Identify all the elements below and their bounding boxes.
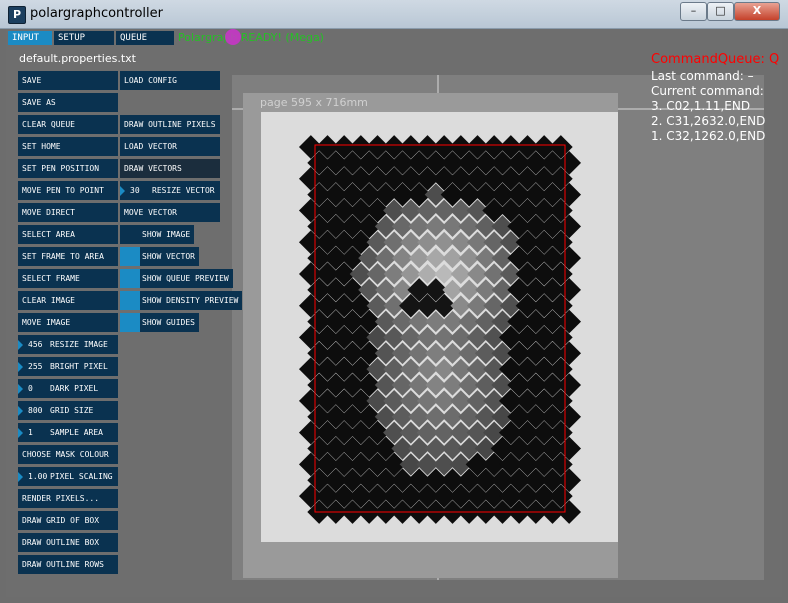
current-command: Current command:	[651, 84, 764, 98]
show-vector-label: SHOW VECTOR	[140, 247, 199, 266]
bright-pixel-value: 255	[28, 362, 43, 371]
stepper-arrow-icon	[18, 406, 23, 416]
set-home-button[interactable]: SET HOME	[18, 137, 118, 156]
sample-area-value: 1	[28, 428, 33, 437]
show-queue-preview-label: SHOW QUEUE PREVIEW	[140, 269, 233, 288]
queue-item: 1. C32,1262.0,END	[651, 129, 766, 143]
sample-area-stepper[interactable]: 1 SAMPLE AREA	[18, 423, 118, 442]
load-config-button[interactable]: LOAD CONFIG	[120, 71, 220, 90]
stepper-arrow-icon	[18, 362, 23, 372]
dark-pixel-label: DARK PIXEL	[50, 384, 99, 393]
stepper-arrow-icon	[18, 472, 23, 482]
last-command: Last command: –	[651, 69, 754, 83]
grid-size-label: GRID SIZE	[50, 406, 94, 415]
toggle-checkbox[interactable]	[120, 291, 140, 310]
resize-image-stepper[interactable]: 456 RESIZE IMAGE	[18, 335, 118, 354]
title-bar[interactable]: P polargraphcontroller – □ X	[0, 0, 788, 29]
draw-vectors-button[interactable]: DRAW VECTORS	[120, 159, 220, 178]
show-density-preview-label: SHOW DENSITY PREVIEW	[140, 291, 243, 310]
render-pixels-button[interactable]: RENDER PIXELS...	[18, 489, 118, 508]
window-title: polargraphcontroller	[30, 6, 163, 21]
draw-outline-box-button[interactable]: DRAW OUTLINE BOX	[18, 533, 118, 552]
draw-outline-pixels-button[interactable]: DRAW OUTLINE PIXELS	[120, 115, 220, 134]
status-indicator-dot	[225, 29, 241, 45]
stepper-arrow-icon	[18, 384, 23, 394]
pixel-scaling-value: 1.00	[28, 472, 48, 481]
stepper-arrow-icon	[18, 340, 23, 350]
save-button[interactable]: SAVE	[18, 71, 118, 90]
resize-image-value: 456	[28, 340, 43, 349]
command-queue-title: CommandQueue: Q	[651, 52, 780, 67]
resize-vector-stepper[interactable]: 30 RESIZE VECTOR	[120, 181, 220, 200]
page-size-label: page 595 x 716mm	[260, 96, 368, 109]
clear-queue-button[interactable]: CLEAR QUEUE	[18, 115, 118, 134]
resize-vector-label: RESIZE VECTOR	[152, 186, 215, 195]
tab-input[interactable]: INPUT	[8, 31, 52, 45]
set-frame-to-area-button[interactable]: SET FRAME TO AREA	[18, 247, 118, 266]
select-frame-button[interactable]: SELECT FRAME	[18, 269, 118, 288]
toggle-checkbox[interactable]	[120, 225, 140, 244]
toggle-checkbox[interactable]	[120, 313, 140, 332]
close-button[interactable]: X	[734, 2, 780, 21]
choose-mask-colour-button[interactable]: CHOOSE MASK COLOUR	[18, 445, 118, 464]
select-area-button[interactable]: SELECT AREA	[18, 225, 118, 244]
move-pen-to-point-button[interactable]: MOVE PEN TO POINT	[18, 181, 118, 200]
show-vector-toggle[interactable]: SHOW VECTOR	[120, 247, 199, 266]
show-guides-toggle[interactable]: SHOW GUIDES	[120, 313, 199, 332]
dark-pixel-value: 0	[28, 384, 33, 393]
move-image-button[interactable]: MOVE IMAGE	[18, 313, 118, 332]
dark-pixel-stepper[interactable]: 0 DARK PIXEL	[18, 379, 118, 398]
canvas-graphic	[232, 75, 764, 580]
app-window: P polargraphcontroller – □ X INPUT SETUP…	[0, 0, 788, 603]
show-density-preview-toggle[interactable]: SHOW DENSITY PREVIEW	[120, 291, 243, 310]
queue-item: 3. C02,1.11,END	[651, 99, 751, 113]
bright-pixel-label: BRIGHT PIXEL	[50, 362, 108, 371]
minimize-button[interactable]: –	[680, 2, 707, 21]
maximize-button[interactable]: □	[707, 2, 734, 21]
move-direct-button[interactable]: MOVE DIRECT	[18, 203, 118, 222]
grid-size-stepper[interactable]: 800 GRID SIZE	[18, 401, 118, 420]
drawing-canvas[interactable]: page 595 x 716mm	[232, 75, 764, 580]
stepper-arrow-icon	[18, 428, 23, 438]
clear-image-button[interactable]: CLEAR IMAGE	[18, 291, 118, 310]
set-pen-position-button[interactable]: SET PEN POSITION	[18, 159, 118, 178]
draw-grid-of-box-button[interactable]: DRAW GRID OF BOX	[18, 511, 118, 530]
sample-area-label: SAMPLE AREA	[50, 428, 103, 437]
grid-size-value: 800	[28, 406, 43, 415]
bright-pixel-stepper[interactable]: 255 BRIGHT PIXEL	[18, 357, 118, 376]
show-image-label: SHOW IMAGE	[140, 225, 195, 244]
status-text: Polargraph READY! (Mega)	[178, 31, 324, 44]
client-area: INPUT SETUP QUEUE Polargraph READY! (Meg…	[6, 29, 782, 597]
toggle-checkbox[interactable]	[120, 247, 140, 266]
properties-file-label: default.properties.txt	[19, 52, 136, 65]
pixel-scaling-stepper[interactable]: 1.00 PIXEL SCALING	[18, 467, 118, 486]
load-vector-button[interactable]: LOAD VECTOR	[120, 137, 220, 156]
resize-vector-value: 30	[130, 186, 140, 195]
show-guides-label: SHOW GUIDES	[140, 313, 199, 332]
draw-outline-rows-button[interactable]: DRAW OUTLINE ROWS	[18, 555, 118, 574]
queue-item: 2. C31,2632.0,END	[651, 114, 766, 128]
tab-setup[interactable]: SETUP	[54, 31, 114, 45]
toggle-checkbox[interactable]	[120, 269, 140, 288]
save-as-button[interactable]: SAVE AS	[18, 93, 118, 112]
stepper-arrow-icon	[120, 186, 125, 196]
move-vector-button[interactable]: MOVE VECTOR	[120, 203, 220, 222]
pixel-scaling-label: PIXEL SCALING	[50, 472, 113, 481]
app-icon: P	[8, 6, 26, 24]
show-queue-preview-toggle[interactable]: SHOW QUEUE PREVIEW	[120, 269, 233, 288]
resize-image-label: RESIZE IMAGE	[50, 340, 108, 349]
tab-queue[interactable]: QUEUE	[116, 31, 174, 45]
show-image-toggle[interactable]: SHOW IMAGE	[120, 225, 195, 244]
